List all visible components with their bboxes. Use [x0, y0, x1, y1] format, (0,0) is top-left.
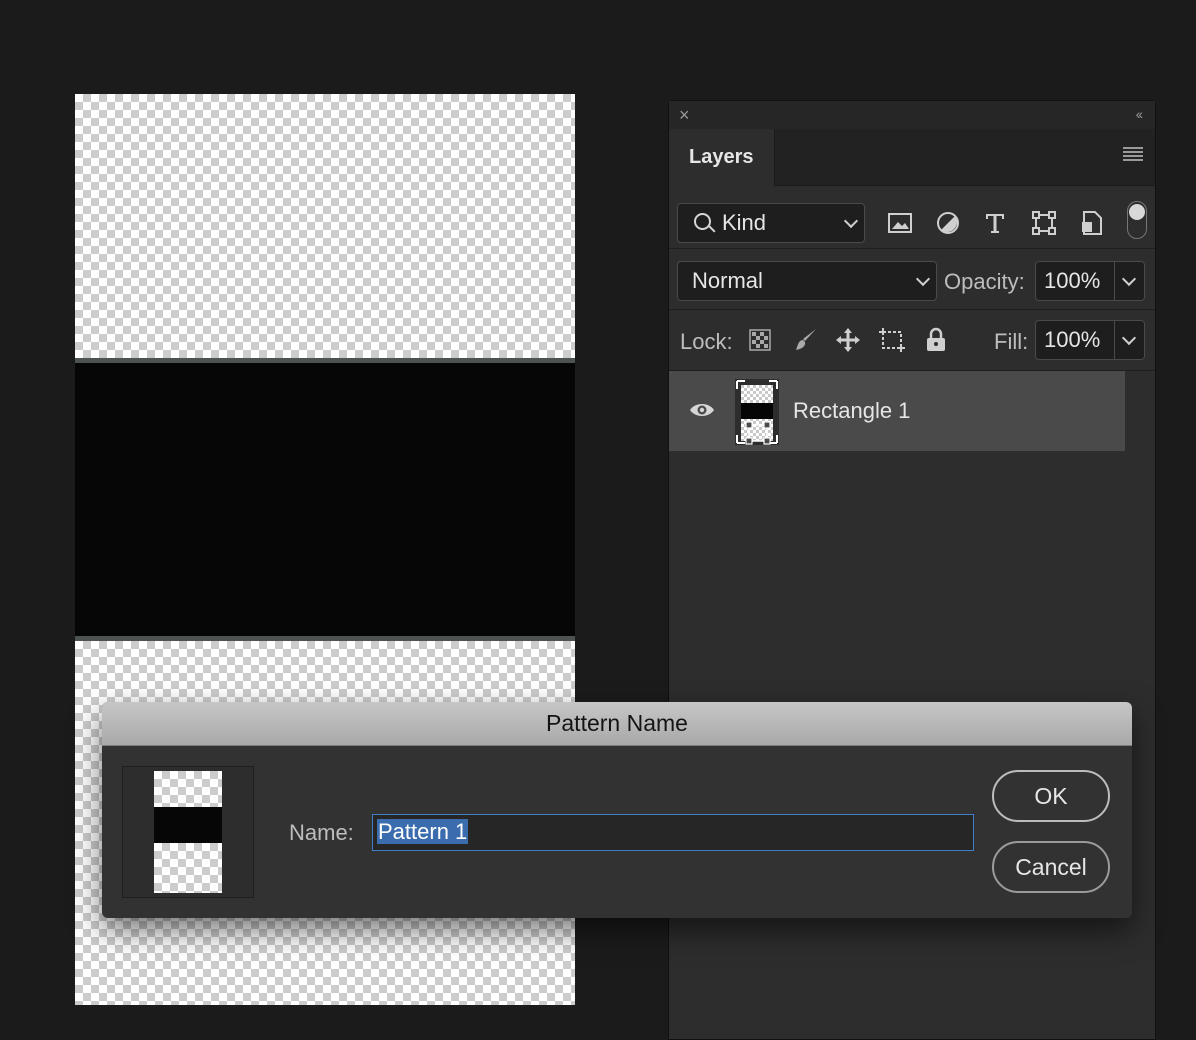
cancel-button[interactable]: Cancel — [992, 841, 1110, 893]
preview-transparent-bottom — [154, 843, 222, 893]
eye-visibility-icon[interactable] — [689, 401, 714, 417]
selected-name-text: Pattern 1 — [377, 819, 469, 844]
kind-filter-label: Kind — [722, 210, 767, 235]
lock-label: Lock: — [680, 329, 733, 354]
chevron-down-icon — [843, 213, 859, 229]
tab-layers-label: Layers — [689, 146, 754, 168]
opacity-dropdown-button[interactable] — [1115, 261, 1145, 301]
pattern-preview — [122, 766, 254, 898]
chevron-down-icon — [915, 271, 931, 287]
transparent-region-top — [75, 94, 575, 358]
pattern-name-dialog: Pattern Name Name: Pattern 1 OK Cancel — [102, 702, 1132, 918]
layer-name: Rectangle 1 — [793, 398, 911, 423]
lock-transparent-pixels-icon[interactable] — [743, 323, 777, 357]
collapse-icon[interactable]: ‹‹ — [1136, 106, 1143, 122]
type-filter-icon[interactable] — [978, 206, 1012, 240]
dialog-title: Pattern Name — [102, 702, 1132, 746]
opacity-input[interactable]: 100% — [1035, 261, 1115, 301]
pattern-name-input[interactable]: Pattern 1 — [372, 814, 974, 851]
filter-toggle-switch[interactable] — [1127, 201, 1147, 239]
lock-position-move-icon[interactable] — [831, 323, 865, 357]
kind-filter-dropdown[interactable]: Kind — [677, 203, 865, 243]
adjustment-filter-icon[interactable] — [931, 206, 965, 240]
tab-layers[interactable]: Layers — [669, 129, 775, 186]
lock-all-icon[interactable] — [919, 323, 953, 357]
blend-mode-value: Normal — [692, 268, 763, 293]
blend-row: Normal Opacity: 100% — [669, 249, 1155, 310]
fill-label: Fill: — [994, 329, 1029, 354]
panel-titlebar: × ‹‹ — [669, 101, 1155, 130]
filter-row: Kind — [669, 186, 1155, 249]
smart-object-filter-icon[interactable] — [1075, 206, 1109, 240]
close-icon[interactable]: × — [679, 105, 690, 126]
opacity-label: Opacity: — [944, 269, 1025, 294]
fill-dropdown-button[interactable] — [1115, 320, 1145, 360]
shape-filter-icon[interactable] — [1027, 206, 1061, 240]
lock-row: Lock: Fill: 100% — [669, 310, 1155, 371]
panel-menu-icon[interactable] — [1123, 147, 1143, 161]
layer-thumbnail — [735, 379, 779, 445]
ok-button[interactable]: OK — [992, 770, 1110, 822]
lock-image-pixels-brush-icon[interactable] — [789, 323, 823, 357]
preview-black-band — [154, 807, 222, 843]
lock-artboard-icon[interactable] — [875, 323, 909, 357]
fill-input[interactable]: 100% — [1035, 320, 1115, 360]
preview-transparent-top — [154, 771, 222, 807]
layer-row-rectangle-1[interactable]: Rectangle 1 — [669, 371, 1125, 451]
black-rectangle-shape[interactable] — [75, 358, 575, 641]
image-filter-icon[interactable] — [883, 206, 917, 240]
search-icon — [694, 213, 711, 230]
panel-tab-row: Layers — [669, 129, 1155, 186]
name-label: Name: — [289, 820, 354, 845]
blend-mode-dropdown[interactable]: Normal — [677, 261, 937, 301]
